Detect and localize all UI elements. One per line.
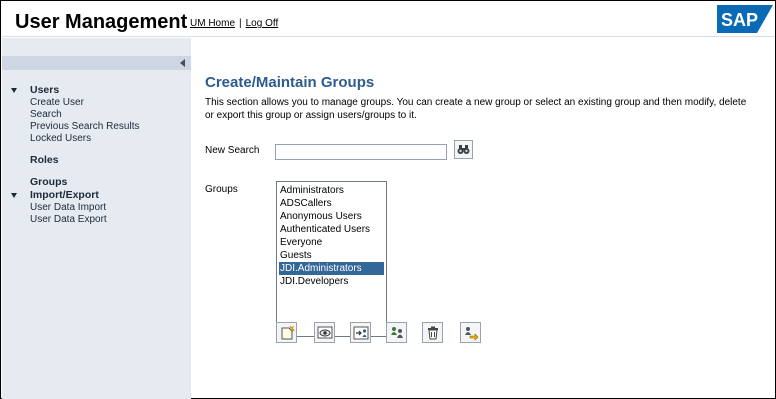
- link-separator: |: [239, 18, 242, 29]
- group-option[interactable]: JDI.Administrators: [279, 262, 384, 275]
- sidebar-item-roles[interactable]: Roles: [2, 154, 191, 167]
- groups-label: Groups: [205, 184, 238, 195]
- um-home-link[interactable]: UM Home: [190, 18, 235, 29]
- group-option[interactable]: Administrators: [279, 184, 384, 197]
- sidebar-item-locked-users[interactable]: Locked Users: [2, 133, 191, 145]
- groups-listbox[interactable]: Administrators ADSCallers Anonymous Users A…: [276, 181, 387, 337]
- group-option[interactable]: Everyone: [279, 236, 384, 249]
- svg-text:SAP: SAP: [721, 10, 758, 30]
- sidebar-item-user-data-import[interactable]: User Data Import: [2, 202, 191, 214]
- sidebar-item-create-user[interactable]: Create User: [2, 97, 191, 109]
- header-links: UM Home | Log Off: [190, 18, 278, 29]
- assign-users-button[interactable]: [350, 322, 371, 343]
- sidebar-item-groups[interactable]: Groups: [2, 176, 191, 189]
- sidebar: Users Create User Search Previous Search…: [2, 38, 191, 399]
- binoculars-icon: [457, 145, 470, 154]
- search-button[interactable]: [454, 140, 473, 159]
- group-option[interactable]: ADSCallers: [279, 197, 384, 210]
- sidebar-collapse-bar[interactable]: [2, 56, 191, 70]
- group-actions-toolbar: [276, 322, 516, 344]
- groups-list: Administrators ADSCallers Anonymous Users A…: [279, 184, 384, 288]
- group-option[interactable]: Authenticated Users: [279, 223, 384, 236]
- header-bar: User Management UM Home | Log Off SAP: [2, 2, 775, 37]
- sidebar-section-import-export[interactable]: Import/Export: [2, 189, 191, 202]
- sidebar-item-search[interactable]: Search: [2, 109, 191, 121]
- expand-triangle-icon[interactable]: [11, 88, 17, 93]
- sidebar-nav: Users Create User Search Previous Search…: [2, 84, 191, 226]
- new-search-label: New Search: [205, 145, 260, 156]
- sidebar-item-previous-search-results[interactable]: Previous Search Results: [2, 121, 191, 133]
- search-input[interactable]: [275, 144, 447, 160]
- window-frame: User Management UM Home | Log Off SAP User…: [0, 0, 776, 399]
- app-title: User Management: [15, 11, 188, 33]
- export-group-button[interactable]: [460, 322, 481, 343]
- group-option[interactable]: Anonymous Users: [279, 210, 384, 223]
- create-group-button[interactable]: [276, 322, 297, 343]
- group-option[interactable]: Guests: [279, 249, 384, 262]
- sidebar-item-user-data-export[interactable]: User Data Export: [2, 214, 191, 226]
- export-icon: [465, 327, 479, 341]
- sidebar-section-label: Users: [30, 84, 60, 96]
- delete-icon: [428, 326, 438, 340]
- log-off-link[interactable]: Log Off: [246, 18, 279, 29]
- create-icon: [281, 325, 295, 340]
- assign-icon: [353, 326, 369, 340]
- group-option[interactable]: JDI.Developers: [279, 275, 384, 288]
- expand-triangle-icon[interactable]: [11, 193, 17, 198]
- page-title: Create/Maintain Groups: [205, 74, 375, 91]
- view-icon: [317, 326, 333, 339]
- view-group-button[interactable]: [314, 322, 335, 343]
- edit-group-button[interactable]: [386, 322, 407, 343]
- delete-group-button[interactable]: [422, 322, 443, 343]
- sap-logo: SAP: [717, 5, 773, 33]
- page-description: This section allows you to manage groups…: [205, 97, 747, 121]
- sidebar-section-label: Import/Export: [30, 189, 99, 201]
- chevron-left-icon[interactable]: [180, 59, 185, 67]
- edit-icon: [391, 327, 403, 338]
- sidebar-section-users[interactable]: Users: [2, 84, 191, 97]
